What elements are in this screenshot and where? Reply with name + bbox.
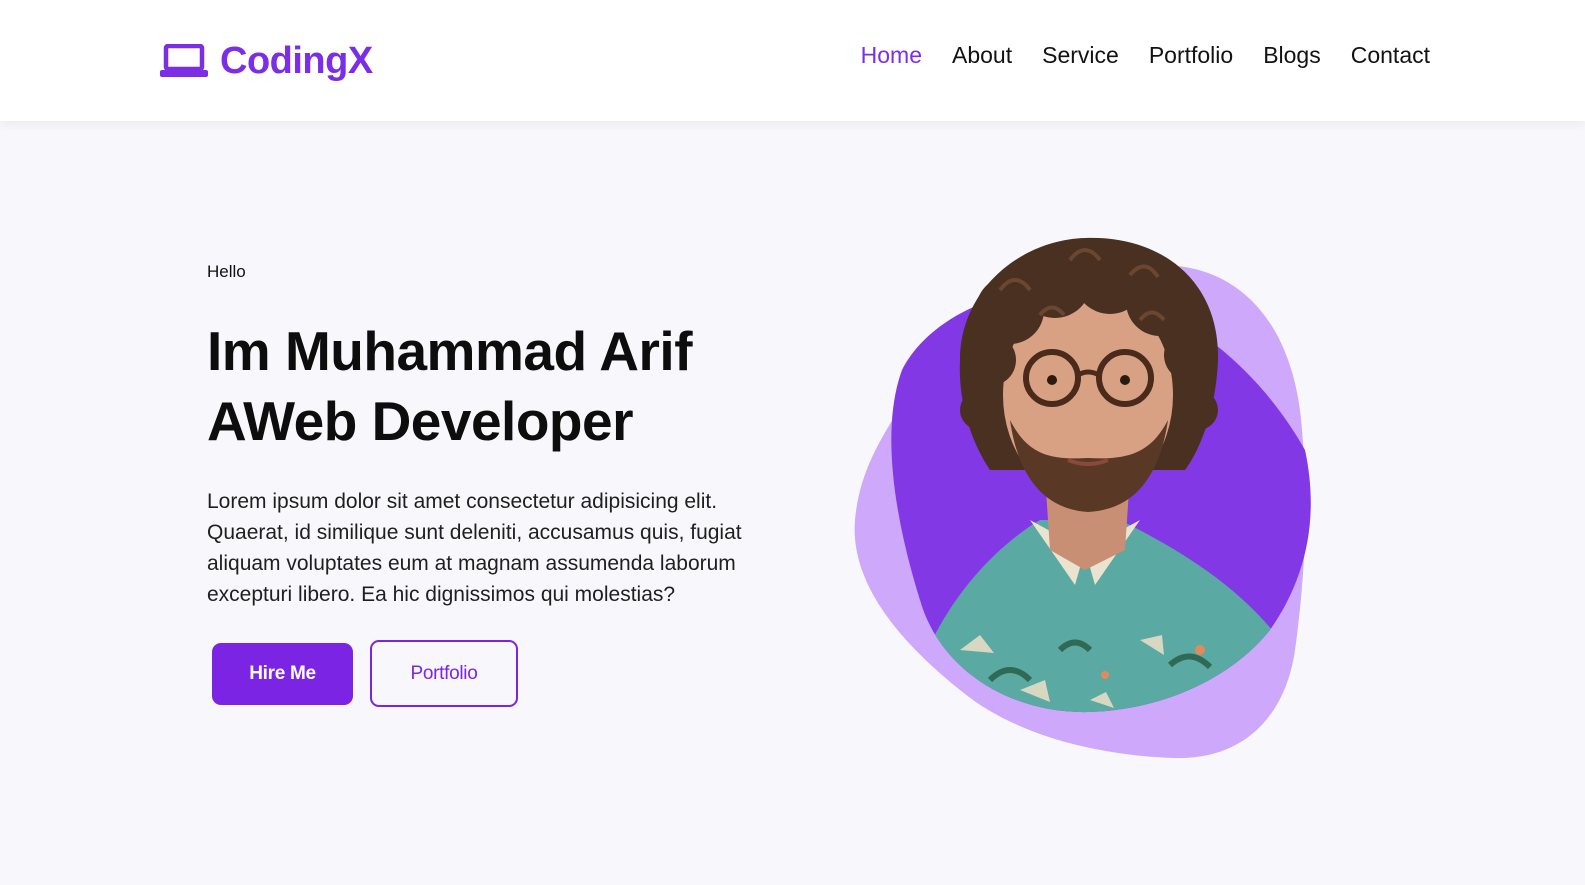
portfolio-button[interactable]: Portfolio <box>370 640 518 707</box>
hero-description: Lorem ipsum dolor sit amet consectetur a… <box>207 490 742 606</box>
main-nav: Home About Service Portfolio Blogs Conta… <box>861 42 1430 69</box>
nav-about[interactable]: About <box>952 42 1012 69</box>
headline-line-2: AWeb Developer <box>207 390 634 452</box>
hero-buttons: Hire Me Portfolio <box>212 640 518 707</box>
hero-portrait <box>854 237 1311 759</box>
nav-home[interactable]: Home <box>861 42 922 69</box>
nav-contact[interactable]: Contact <box>1351 42 1430 69</box>
hero-headline: Im Muhammad Arif AWeb Developer <box>207 316 767 456</box>
brand-name: CodingX <box>220 39 373 82</box>
laptop-icon <box>160 44 208 77</box>
brand-logo[interactable]: CodingX <box>160 38 373 84</box>
nav-portfolio[interactable]: Portfolio <box>1149 42 1233 69</box>
nav-blogs[interactable]: Blogs <box>1263 42 1321 69</box>
headline-line-1: Im Muhammad Arif <box>207 320 693 382</box>
navbar: CodingX Home About Service Portfolio Blo… <box>0 0 1585 121</box>
nav-service[interactable]: Service <box>1042 42 1119 69</box>
hero-greeting: Hello <box>207 262 246 281</box>
hire-me-button[interactable]: Hire Me <box>212 642 353 705</box>
hero-content: Hello Im Muhammad Arif AWeb Developer Lo… <box>207 262 767 610</box>
